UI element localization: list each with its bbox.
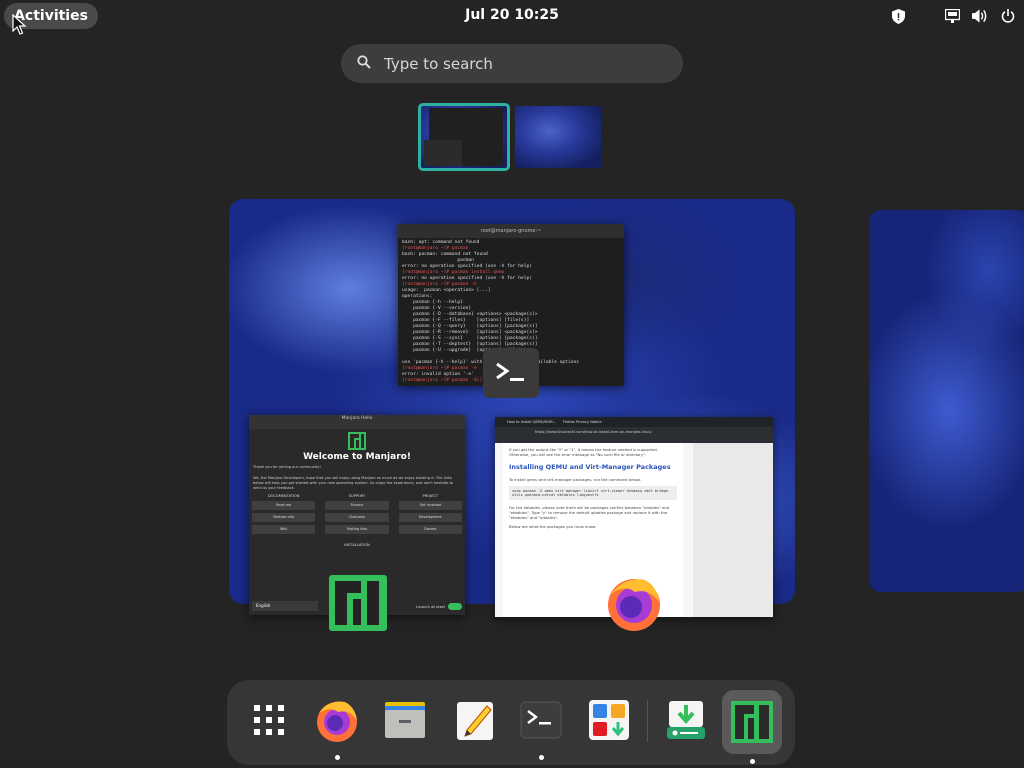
launch-at-start-toggle[interactable]	[448, 603, 462, 610]
installer-icon	[667, 701, 705, 739]
dock-software[interactable]	[579, 690, 639, 750]
welcome-intro: Thank you for joining our community!	[253, 465, 321, 469]
browser-tabs[interactable]: How to Install QEMU/KVM... Firefox Priva…	[495, 417, 773, 427]
browser-address-bar[interactable]: https://www.linuxtechi.com/how-to-instal…	[495, 427, 773, 437]
dock-manjaro-hello[interactable]	[722, 690, 782, 764]
get-involved-button[interactable]: Get involved	[398, 501, 462, 510]
installation-label: INSTALLATION	[344, 543, 370, 547]
dock-terminal[interactable]	[511, 690, 571, 760]
search-icon	[357, 54, 371, 73]
column-header: DOCUMENTATION	[267, 494, 300, 498]
browser-tab-1[interactable]: How to Install QEMU/KVM...	[507, 420, 556, 424]
dock-installer[interactable]	[656, 690, 716, 750]
language-select[interactable]: English	[252, 601, 318, 611]
article-paragraph: For the ebtables, please note there will…	[509, 505, 670, 520]
show-apps-button[interactable]	[239, 690, 299, 750]
browser-tab-2[interactable]: Firefox Privacy Notice	[563, 420, 602, 424]
power-icon[interactable]	[1000, 8, 1016, 24]
forums-button[interactable]: Forums	[325, 501, 389, 510]
welcome-heading: Welcome to Manjaro!	[303, 452, 411, 462]
launch-at-start-label: Launch at start	[416, 604, 445, 609]
mini-window	[424, 140, 462, 166]
search-input[interactable]	[382, 53, 646, 74]
dock-files[interactable]	[375, 690, 435, 750]
terminal-app-icon	[483, 348, 539, 398]
running-indicator	[749, 759, 755, 764]
top-bar: Activities Jul 20 10:25	[0, 0, 1024, 32]
manjaro-hello-app-icon	[329, 575, 387, 631]
mailing-lists-button[interactable]: Mailing lists	[325, 525, 389, 534]
readme-button[interactable]: Read me	[252, 501, 316, 510]
dock-text-editor[interactable]	[445, 690, 505, 750]
article-paragraph: If you get the output like "Y" or "1", i…	[509, 447, 658, 457]
donate-button[interactable]: Donate	[398, 525, 462, 534]
welcome-links-grid: DOCUMENTATION SUPPORT PROJECT Read me Fo…	[249, 494, 465, 534]
firefox-app-icon	[605, 574, 663, 632]
grid-icon	[254, 705, 284, 735]
terminal-icon	[520, 701, 562, 739]
manjaro-logo-icon	[249, 432, 465, 450]
development-button[interactable]: Development	[398, 513, 462, 522]
running-indicator	[538, 755, 544, 760]
terminal-title: root@manjaro-gnome:~	[480, 228, 542, 234]
running-indicator	[334, 755, 340, 760]
network-icon[interactable]	[944, 8, 960, 24]
welcome-window-title: Manjaro Hello	[341, 416, 373, 421]
security-shield-icon[interactable]	[890, 8, 906, 24]
article-paragraph: To install qemu and virt-manager package…	[509, 477, 641, 482]
clock[interactable]: Jul 20 10:25	[0, 7, 1024, 23]
search-bar[interactable]	[341, 44, 683, 83]
article-sidebar	[693, 443, 773, 617]
workspace-thumbnail-1[interactable]	[418, 103, 510, 171]
workspace-thumbnail-2[interactable]	[515, 106, 601, 168]
folder-icon	[385, 702, 425, 738]
manjaro-logo-icon	[731, 701, 773, 743]
firefox-icon	[317, 701, 357, 742]
dock-separator	[647, 700, 648, 742]
system-tray[interactable]	[890, 6, 1016, 26]
welcome-titlebar: Manjaro Hello	[249, 415, 465, 429]
release-info-button[interactable]: Release info	[252, 513, 316, 522]
welcome-body: We, the Manjaro Developers, hope that yo…	[253, 476, 454, 490]
terminal-titlebar: root@manjaro-gnome:~	[398, 224, 624, 238]
wiki-button[interactable]: Wiki	[252, 525, 316, 534]
dock-firefox[interactable]	[307, 690, 367, 760]
article-heading: Installing QEMU and Virt-Manager Package…	[509, 463, 671, 471]
software-store-icon	[589, 700, 629, 740]
next-workspace-preview[interactable]	[869, 210, 1024, 592]
chatroom-button[interactable]: Chatroom	[325, 513, 389, 522]
code-block: sudo pacman -S qemu virt-manager libvirt…	[509, 486, 677, 500]
volume-icon[interactable]	[972, 8, 988, 24]
mouse-cursor-icon	[12, 13, 28, 40]
column-header: PROJECT	[422, 494, 439, 498]
column-header: SUPPORT	[348, 494, 366, 498]
article-paragraph: Below are what the packages you must kno…	[509, 524, 597, 529]
text-editor-icon	[457, 702, 493, 740]
